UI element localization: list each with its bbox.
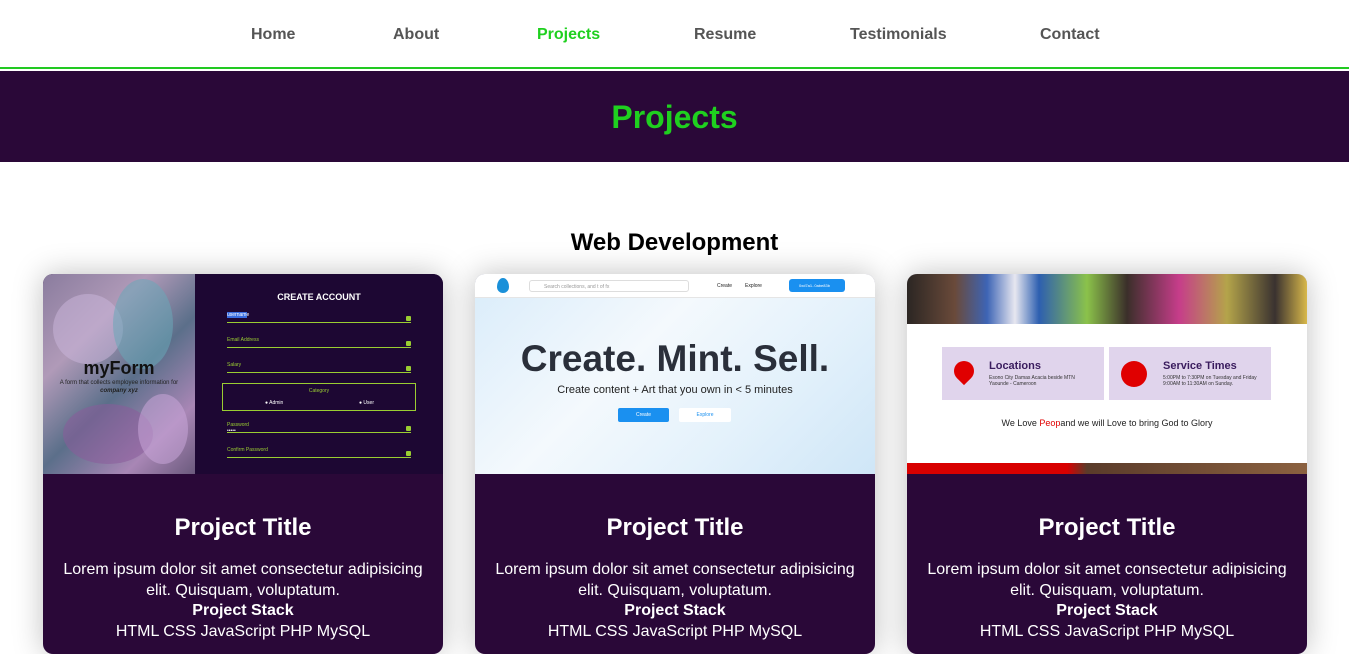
admin-option: ● Admin bbox=[265, 400, 284, 406]
nav-home[interactable]: Home bbox=[251, 26, 295, 44]
card-description: Lorem ipsum dolor sit amet consectetur a… bbox=[495, 561, 855, 599]
top-navbar: Home About Projects Resume Testimonials … bbox=[0, 0, 1349, 69]
user-icon bbox=[406, 366, 411, 371]
card-stack: HTML CSS JavaScript PHP MySQL bbox=[979, 623, 1235, 640]
user-icon bbox=[406, 316, 411, 321]
username-field: username bbox=[227, 312, 411, 323]
page-banner: Projects bbox=[0, 71, 1349, 162]
key-icon bbox=[406, 426, 411, 431]
preview-search: Search collections, and t of fx bbox=[529, 280, 689, 292]
preview-link-create: Create bbox=[717, 283, 733, 289]
nft-site-preview: Search collections, and t of fx Create E… bbox=[475, 274, 875, 474]
card-body: Project Title Lorem ipsum dolor sit amet… bbox=[907, 474, 1307, 654]
drop-logo-icon bbox=[497, 278, 509, 293]
email-field: Email Address bbox=[227, 337, 411, 348]
clock-icon bbox=[1121, 361, 1147, 387]
confirm-password-field: Confirm Password bbox=[227, 447, 411, 458]
nav-projects[interactable]: Projects bbox=[537, 26, 600, 44]
preview-subline: Create content + Art that you own in < 5… bbox=[557, 384, 793, 396]
service-times-box: Service Times 5:00PM to 7:30PM on Tuesda… bbox=[1109, 347, 1271, 400]
card-title: Project Title bbox=[174, 514, 312, 541]
preview-tagline: Create. Mint. Sell. bbox=[520, 338, 830, 379]
service-times-text: 5:00PM to 7:30PM on Tuesday and Friday 9… bbox=[1163, 375, 1257, 387]
form-panel: CREATE ACCOUNT username Email Address Sa… bbox=[195, 274, 443, 474]
nav-testimonials[interactable]: Testimonials bbox=[850, 26, 947, 44]
nav-contact[interactable]: Contact bbox=[1040, 26, 1100, 44]
form-art-panel: myForm A form that collects employee inf… bbox=[43, 274, 195, 474]
preview-explore-button: Explore bbox=[679, 408, 731, 422]
card-body: Project Title Lorem ipsum dolor sit amet… bbox=[43, 474, 443, 654]
project-thumbnail[interactable]: myForm A form that collects employee inf… bbox=[43, 274, 443, 474]
preview-footer-photo bbox=[907, 463, 1307, 474]
preview-link-explore: Explore bbox=[745, 283, 762, 289]
card-body: Project Title Lorem ipsum dolor sit amet… bbox=[475, 474, 875, 654]
card-stack-label: Project Stack bbox=[624, 602, 726, 619]
form-logo: myForm bbox=[83, 358, 155, 378]
preview-tagline: We Love Peopand we will Love to bring Go… bbox=[1001, 418, 1213, 428]
card-stack-label: Project Stack bbox=[192, 602, 294, 619]
section-title: Web Development bbox=[570, 229, 779, 256]
project-thumbnail[interactable]: Locations Esono City Damas Acacia beside… bbox=[907, 274, 1307, 474]
locations-box: Locations Esono City Damas Acacia beside… bbox=[942, 347, 1104, 400]
card-stack: HTML CSS JavaScript PHP MySQL bbox=[115, 623, 371, 640]
locations-title: Locations bbox=[989, 360, 1041, 372]
project-card[interactable]: Search collections, and t of fx Create E… bbox=[475, 274, 875, 654]
project-card[interactable]: Locations Esono City Damas Acacia beside… bbox=[907, 274, 1307, 654]
project-card[interactable]: myForm A form that collects employee inf… bbox=[43, 274, 443, 654]
nav-about[interactable]: About bbox=[393, 26, 439, 44]
category-group: Category ● Admin ● User bbox=[222, 383, 416, 411]
card-description: Lorem ipsum dolor sit amet consectetur a… bbox=[927, 561, 1287, 599]
card-description: Lorem ipsum dolor sit amet consectetur a… bbox=[63, 561, 423, 599]
church-site-preview: Locations Esono City Damas Acacia beside… bbox=[907, 274, 1307, 474]
card-stack-label: Project Stack bbox=[1056, 602, 1158, 619]
project-thumbnail[interactable]: Search collections, and t of fx Create E… bbox=[475, 274, 875, 474]
card-title: Project Title bbox=[606, 514, 744, 541]
user-icon bbox=[406, 341, 411, 346]
page-title: Projects bbox=[611, 99, 738, 135]
user-option: ● User bbox=[359, 400, 374, 406]
category-label: Category bbox=[308, 388, 330, 394]
form-company: company xyz bbox=[100, 388, 138, 394]
location-pin-icon bbox=[949, 356, 979, 386]
key-icon bbox=[406, 451, 411, 456]
service-times-title: Service Times bbox=[1163, 360, 1237, 372]
preview-header: Search collections, and t of fx Create E… bbox=[475, 274, 875, 298]
password-field: Password ••••• bbox=[227, 422, 411, 434]
preview-photo bbox=[907, 274, 1307, 324]
preview-create-button: Create bbox=[618, 408, 669, 422]
card-title: Project Title bbox=[1038, 514, 1176, 541]
wallet-badge: 0xd7a1..0abe83b bbox=[789, 279, 845, 292]
form-subtitle: A form that collects employee informatio… bbox=[59, 380, 179, 386]
nav-resume[interactable]: Resume bbox=[694, 26, 756, 44]
form-heading: CREATE ACCOUNT bbox=[277, 292, 361, 302]
salary-field: Salary bbox=[227, 362, 411, 373]
locations-text: Esono City Damas Acacia beside MTN Yaoun… bbox=[989, 375, 1075, 387]
card-stack: HTML CSS JavaScript PHP MySQL bbox=[547, 623, 803, 640]
